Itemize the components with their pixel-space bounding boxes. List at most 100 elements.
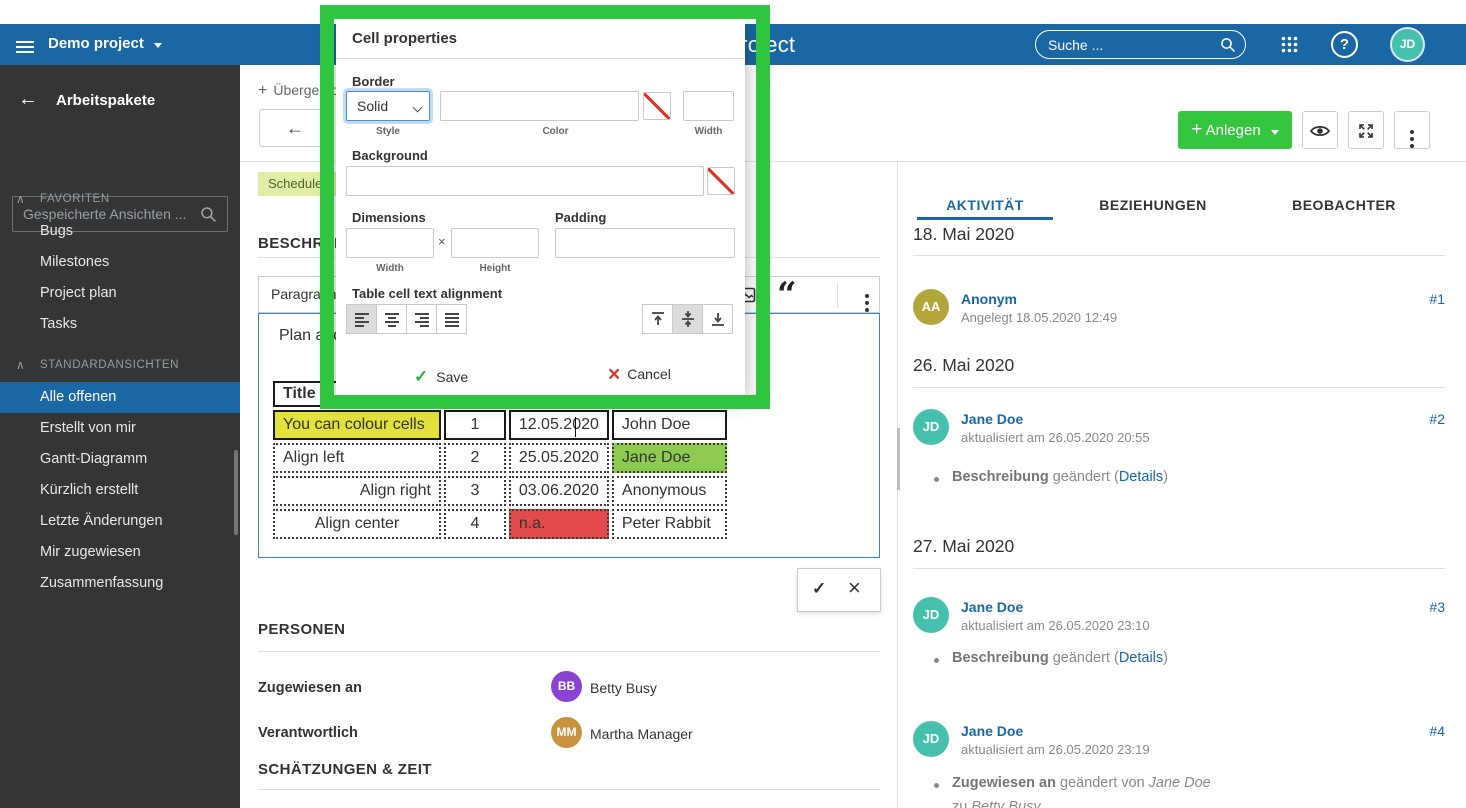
sidebar-item-kuerzlich-erstellt[interactable]: Kürzlich erstellt bbox=[0, 475, 240, 506]
align-justify-button[interactable] bbox=[436, 304, 467, 334]
table-cell[interactable]: Jane Doe bbox=[612, 443, 727, 473]
border-color-input[interactable] bbox=[440, 91, 639, 121]
horizontal-alignment-group bbox=[347, 304, 467, 334]
activity-date-group: 26. Mai 2020 bbox=[913, 355, 1014, 376]
sidebar-section-standardansichten[interactable]: STANDARDANSICHTEN bbox=[40, 359, 179, 371]
chevron-up-icon[interactable]: ∧ bbox=[16, 192, 25, 206]
details-link[interactable]: Details bbox=[1119, 469, 1163, 485]
activity-ref-link[interactable]: #2 bbox=[1403, 411, 1445, 427]
tab-beziehungen[interactable]: BEZIEHUNGEN bbox=[1085, 197, 1221, 213]
activity-detail: Zugewiesen an geändert von Jane Doe bbox=[952, 775, 1211, 791]
more-actions-button[interactable] bbox=[1394, 111, 1430, 149]
search-icon bbox=[1220, 37, 1236, 53]
activity-user-link[interactable]: Jane Doe bbox=[961, 599, 1023, 615]
editor-more-icon[interactable] bbox=[865, 294, 869, 298]
activity-ref-link[interactable]: #4 bbox=[1403, 723, 1445, 739]
dialog-save-button[interactable]: ✓Save bbox=[414, 367, 468, 387]
valign-bottom-button[interactable] bbox=[702, 304, 733, 334]
align-right-button[interactable] bbox=[406, 304, 437, 334]
sidebar-item-letzte-aenderungen[interactable]: Letzte Änderungen bbox=[0, 506, 240, 537]
sidebar-item-bugs[interactable]: Bugs bbox=[0, 216, 240, 247]
help-icon[interactable]: ? bbox=[1331, 31, 1358, 58]
sidebar-item-zusammenfassung[interactable]: Zusammenfassung bbox=[0, 568, 240, 599]
style-sublabel: Style bbox=[346, 126, 430, 137]
alignment-label: Table cell text alignment bbox=[352, 286, 502, 301]
table-cell[interactable]: 12.05.2020 bbox=[509, 410, 609, 440]
activity-detail-line2: zu Betty Busy bbox=[952, 799, 1041, 808]
activity-user-link[interactable]: Anonym bbox=[961, 291, 1017, 307]
valign-middle-button[interactable] bbox=[672, 304, 703, 334]
back-arrow-icon[interactable]: ← bbox=[18, 88, 38, 111]
apps-grid-icon[interactable] bbox=[1280, 35, 1299, 54]
toolbar-separator bbox=[837, 283, 838, 308]
align-center-button[interactable] bbox=[376, 304, 407, 334]
align-left-button[interactable] bbox=[346, 304, 377, 334]
background-color-input[interactable] bbox=[346, 166, 704, 196]
sidebar-scrollbar[interactable] bbox=[234, 450, 238, 535]
panel-scrollbar[interactable] bbox=[897, 428, 900, 490]
dim-width-sublabel: Width bbox=[346, 263, 434, 274]
avatar: AA bbox=[913, 289, 949, 325]
sidebar-item-milestones[interactable]: Milestones bbox=[0, 247, 240, 278]
border-style-select[interactable]: Solid bbox=[346, 91, 430, 121]
sidebar-item-erstellt-von-mir[interactable]: Erstellt von mir bbox=[0, 413, 240, 444]
responsible-value[interactable]: Martha Manager bbox=[590, 726, 693, 742]
align-left-icon bbox=[354, 311, 370, 327]
sidebar-item-project-plan[interactable]: Project plan bbox=[0, 278, 240, 309]
table-cell[interactable]: 3 bbox=[444, 476, 506, 506]
chevron-up-icon[interactable]: ∧ bbox=[16, 358, 25, 372]
activity-ref-link[interactable]: #3 bbox=[1403, 599, 1445, 615]
color-sublabel: Color bbox=[440, 126, 671, 137]
avatar: JD bbox=[913, 597, 949, 633]
user-avatar[interactable]: JD bbox=[1392, 29, 1423, 60]
table-cell[interactable]: Anonymous bbox=[612, 476, 727, 506]
sidebar-item-tasks[interactable]: Tasks bbox=[0, 309, 240, 340]
blockquote-icon[interactable]: “ bbox=[777, 281, 797, 309]
eye-icon bbox=[1310, 124, 1330, 138]
assigned-value[interactable]: Betty Busy bbox=[590, 680, 657, 696]
table-cell[interactable]: 2 bbox=[444, 443, 506, 473]
border-color-swatch-button[interactable] bbox=[643, 92, 671, 120]
table-cell[interactable]: 25.05.2020 bbox=[509, 443, 609, 473]
fullscreen-button[interactable] bbox=[1348, 111, 1384, 149]
border-width-input[interactable] bbox=[683, 91, 734, 121]
anlegen-button[interactable]: + Anlegen bbox=[1178, 111, 1292, 149]
sidebar-section-favoriten[interactable]: FAVORITEN bbox=[40, 193, 110, 205]
back-to-list-button[interactable]: ← bbox=[259, 109, 331, 147]
paragraph-dropdown[interactable]: Paragraph bbox=[271, 286, 336, 302]
table-cell[interactable]: n.a. bbox=[509, 509, 609, 539]
valign-top-button[interactable] bbox=[642, 304, 673, 334]
dialog-cancel-button[interactable]: ×Cancel bbox=[608, 363, 671, 387]
table-cell[interactable]: Peter Rabbit bbox=[612, 509, 727, 539]
activity-ref-link[interactable]: #1 bbox=[1403, 291, 1445, 307]
sidebar-item-mir-zugewiesen[interactable]: Mir zugewiesen bbox=[0, 537, 240, 568]
tab-aktivitaet[interactable]: AKTIVITÄT bbox=[917, 197, 1053, 213]
watch-button[interactable] bbox=[1302, 111, 1338, 149]
table-cell[interactable]: John Doe bbox=[612, 410, 727, 440]
background-color-swatch-button[interactable] bbox=[707, 167, 735, 195]
table-cell[interactable]: You can colour cells bbox=[273, 410, 441, 440]
tab-beobachter[interactable]: BEOBACHTER bbox=[1282, 197, 1406, 213]
table-cell[interactable]: Align right bbox=[273, 476, 441, 506]
global-search-input[interactable] bbox=[1048, 34, 1213, 55]
sidebar-item-alle-offenen[interactable]: Alle offenen bbox=[0, 382, 240, 413]
confirm-save-button[interactable]: ✓ bbox=[812, 579, 826, 599]
activity-user-link[interactable]: Jane Doe bbox=[961, 723, 1023, 739]
table-cell[interactable]: 03.06.2020 bbox=[509, 476, 609, 506]
sidebar-item-gantt-diagramm[interactable]: Gantt-Diagramm bbox=[0, 444, 240, 475]
details-link[interactable]: Details bbox=[1119, 650, 1163, 666]
assigned-label: Zugewiesen an bbox=[258, 680, 362, 696]
bullet-icon bbox=[934, 477, 939, 482]
editor-paragraph[interactable]: Plan and bbox=[279, 327, 342, 345]
check-icon: ✓ bbox=[812, 579, 826, 598]
padding-input[interactable] bbox=[555, 228, 735, 258]
activity-user-link[interactable]: Jane Doe bbox=[961, 411, 1023, 427]
dimension-width-input[interactable] bbox=[346, 228, 434, 258]
confirm-cancel-button[interactable]: × bbox=[848, 575, 861, 601]
dimension-height-input[interactable] bbox=[451, 228, 539, 258]
activity-meta: Angelegt 18.05.2020 12:49 bbox=[961, 310, 1117, 325]
table-cell[interactable]: 1 bbox=[444, 410, 506, 440]
table-cell[interactable]: Align left bbox=[273, 443, 441, 473]
table-cell[interactable]: 4 bbox=[444, 509, 506, 539]
table-cell[interactable]: Align center bbox=[273, 509, 441, 539]
